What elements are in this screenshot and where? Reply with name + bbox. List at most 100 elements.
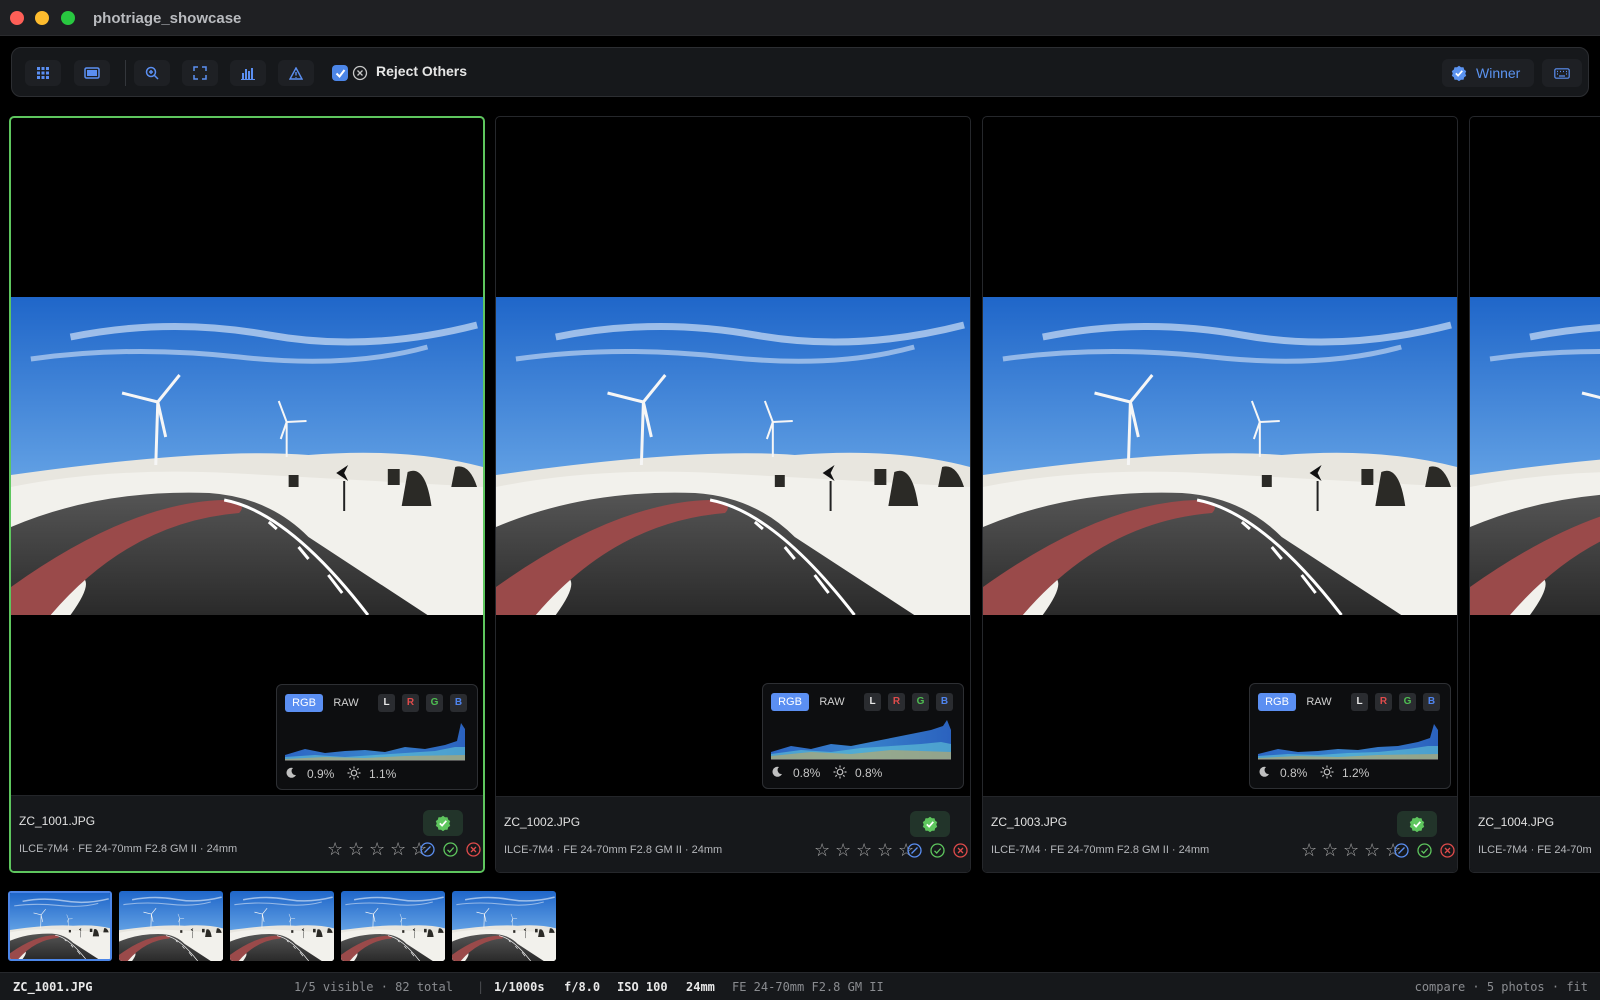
filmstrip-thumbnail[interactable] [230,891,334,961]
star-3[interactable]: ☆ [1343,841,1361,859]
filmstrip-thumbnail[interactable] [119,891,223,961]
zoom-button[interactable] [134,60,170,86]
channel-toggle-l[interactable]: L [378,694,395,712]
photo-card[interactable]: RGB RAW L R G B 0.8% 0.8% ZC_1002.JPG IL… [495,116,971,873]
unflag-button[interactable] [907,843,922,858]
histogram-tab-raw[interactable]: RAW [813,693,851,711]
channel-toggle-r[interactable]: R [888,693,905,711]
histogram-tab-raw[interactable]: RAW [1300,693,1338,711]
status-iso: ISO 100 [617,980,668,994]
status-divider: | [477,980,485,994]
histogram-panel: RGB RAW L R G B 0.9% 1.1% [276,684,478,790]
photo-preview[interactable] [11,297,483,615]
photo-image [983,297,1457,615]
reject-button[interactable] [466,842,481,857]
star-4[interactable]: ☆ [877,841,895,859]
channel-toggle-l[interactable]: L [864,693,881,711]
reject-others-label[interactable]: Reject Others [376,63,467,79]
channel-toggle-l[interactable]: L [1351,693,1368,711]
card-footer: ZC_1004.JPG ILCE-7M4 · FE 24-70m [1470,796,1600,872]
status-view-mode: compare · 5 photos · fit [1414,980,1588,994]
close-window-button[interactable] [10,11,24,25]
channel-toggle-b[interactable]: B [936,693,953,711]
card-footer: ZC_1002.JPG ILCE-7M4 · FE 24-70mm F2.8 G… [496,796,970,872]
histogram-tab-rgb[interactable]: RGB [1258,693,1296,711]
histogram-tab-raw[interactable]: RAW [327,694,365,712]
keyboard-shortcuts-button[interactable] [1542,59,1582,87]
fullscreen-button[interactable] [182,60,218,86]
reject-button[interactable] [953,843,968,858]
file-name: ZC_1001.JPG [19,814,96,828]
star-3[interactable]: ☆ [369,840,387,858]
photo-card[interactable]: RGB RAW L R G B 0.8% 1.2% ZC_1003.JPG IL… [982,116,1458,873]
verified-badge-icon [435,815,451,831]
pick-button[interactable] [1417,843,1432,858]
channel-toggle-b[interactable]: B [1423,693,1440,711]
grid-view-button[interactable] [25,60,61,86]
photo-image [496,297,970,615]
highlight-clip-value: 1.2% [1342,766,1370,780]
photo-preview[interactable] [1470,297,1600,615]
keyboard-icon [1554,67,1570,79]
photo-card[interactable]: RGB RAW L R G B 0.9% 1.1% ZC_1001.JPG IL… [9,116,485,873]
shadow-clip-value: 0.8% [1280,766,1308,780]
grid-icon [37,67,49,79]
file-name: ZC_1002.JPG [504,815,581,829]
channel-toggle-b[interactable]: B [450,694,467,712]
reject-others-checkbox[interactable] [332,65,348,81]
histogram-graph [1258,724,1438,760]
histogram-tab-rgb[interactable]: RGB [285,694,323,712]
channel-toggle-r[interactable]: R [1375,693,1392,711]
camera-lens-meta: ILCE-7M4 · FE 24-70mm F2.8 GM II · 24mm [504,844,723,856]
photo-image [11,297,483,615]
histogram-toggle-button[interactable] [230,60,266,86]
shadow-clip-value: 0.9% [307,767,335,781]
pick-button[interactable] [443,842,458,857]
star-2[interactable]: ☆ [1322,841,1340,859]
histogram-tab-rgb[interactable]: RGB [771,693,809,711]
thumbnail-image [119,891,223,961]
star-1[interactable]: ☆ [814,841,832,859]
shadow-moon-icon [772,766,782,777]
channel-toggle-g[interactable]: G [1399,693,1416,711]
highlight-clip-value: 0.8% [855,766,883,780]
photo-card[interactable]: ZC_1004.JPG ILCE-7M4 · FE 24-70m [1469,116,1600,873]
star-3[interactable]: ☆ [856,841,874,859]
filmstrip-thumbnail[interactable] [341,891,445,961]
title-bar: photriage_showcase [0,0,1600,36]
star-4[interactable]: ☆ [1364,841,1382,859]
single-view-icon [84,67,100,79]
picked-badge[interactable] [1397,811,1437,837]
star-rating: ☆ ☆ ☆ ☆ ☆ [814,841,916,859]
channel-toggle-g[interactable]: G [426,694,443,712]
single-view-button[interactable] [74,60,110,86]
photo-preview[interactable] [496,297,970,615]
unflag-button[interactable] [420,842,435,857]
verified-badge-icon [1451,65,1467,81]
filmstrip-thumbnail[interactable] [452,891,556,961]
status-lens: FE 24-70mm F2.8 GM II [732,980,884,994]
picked-badge[interactable] [910,811,950,837]
star-1[interactable]: ☆ [1301,841,1319,859]
unflag-button[interactable] [1394,843,1409,858]
file-name: ZC_1003.JPG [991,815,1068,829]
winner-button[interactable]: Winner [1442,59,1534,87]
star-2[interactable]: ☆ [348,840,366,858]
star-2[interactable]: ☆ [835,841,853,859]
channel-toggle-r[interactable]: R [402,694,419,712]
pick-button[interactable] [930,843,945,858]
filmstrip-thumbnail[interactable] [8,891,112,961]
reject-button[interactable] [1440,843,1455,858]
channel-toggle-g[interactable]: G [912,693,929,711]
photo-preview[interactable] [983,297,1457,615]
clipping-warning-button[interactable] [278,60,314,86]
minimize-window-button[interactable] [35,11,49,25]
shadow-moon-icon [1259,766,1269,777]
zoom-window-button[interactable] [61,11,75,25]
highlight-sun-icon [347,766,361,780]
clear-circle-icon[interactable] [352,65,368,81]
star-4[interactable]: ☆ [390,840,408,858]
picked-badge[interactable] [423,810,463,836]
shadow-moon-icon [286,767,296,778]
star-1[interactable]: ☆ [327,840,345,858]
